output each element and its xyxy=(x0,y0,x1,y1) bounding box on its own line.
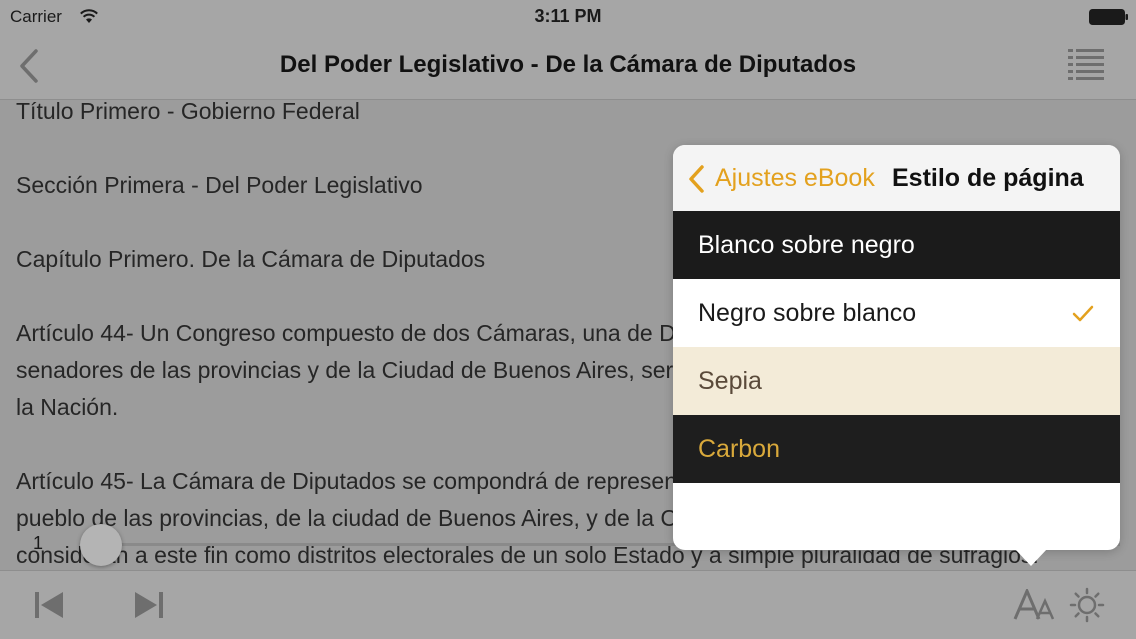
popover-arrow xyxy=(1014,548,1048,566)
status-bar: Carrier 3:11 PM xyxy=(0,0,1136,32)
font-settings-icon[interactable] xyxy=(1013,589,1055,621)
style-option-label: Carbon xyxy=(698,435,780,463)
ebook-settings-back-button[interactable]: Ajustes eBook xyxy=(715,164,875,193)
style-option-label: Sepia xyxy=(698,367,762,395)
popover-title: Estilo de página xyxy=(892,164,1084,192)
bottom-toolbar xyxy=(0,570,1136,639)
style-option-sepia[interactable]: Sepia xyxy=(673,347,1120,415)
page-slider-thumb[interactable] xyxy=(80,524,122,566)
chapter-title: Del Poder Legislativo - De la Cámara de … xyxy=(279,51,857,78)
navigation-bar: Del Poder Legislativo - De la Cámara de … xyxy=(0,32,1136,100)
popover-back-icon[interactable] xyxy=(686,164,706,194)
popover-header: Ajustes eBook Estilo de página xyxy=(673,145,1120,211)
style-option-label: Negro sobre blanco xyxy=(698,299,917,327)
checkmark-icon xyxy=(1072,305,1094,322)
page-style-popover: Ajustes eBook Estilo de página Blanco so… xyxy=(673,145,1120,566)
page-number-label: 1 xyxy=(33,533,44,553)
brightness-icon[interactable] xyxy=(1069,587,1105,623)
previous-chapter-icon[interactable] xyxy=(33,589,67,621)
book-paragraph: Título Primero - Gobierno Federal xyxy=(16,100,360,124)
status-time: 3:11 PM xyxy=(534,6,602,26)
style-option-black-on-white[interactable]: Negro sobre blanco xyxy=(673,279,1120,347)
style-option-white-on-black[interactable]: Blanco sobre negro xyxy=(673,211,1120,279)
style-option-carbon[interactable]: Carbon xyxy=(673,415,1120,483)
style-option-label: Blanco sobre negro xyxy=(698,231,915,259)
battery-icon xyxy=(1089,9,1128,25)
next-chapter-icon[interactable] xyxy=(131,589,165,621)
table-of-contents-icon[interactable] xyxy=(1066,46,1106,82)
